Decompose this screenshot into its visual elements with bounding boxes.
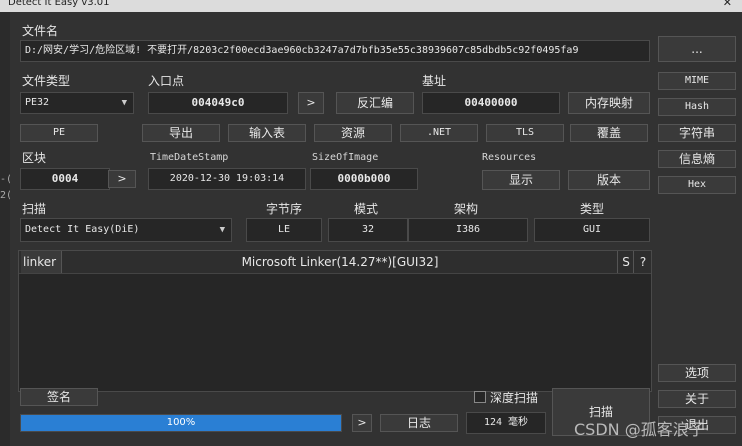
mode-label: 模式 (354, 202, 379, 216)
export-button[interactable]: 导出 (142, 124, 220, 142)
resources-button[interactable]: 资源 (314, 124, 392, 142)
entropy-button[interactable]: 信息熵 (658, 150, 736, 168)
options-button[interactable]: 选项 (658, 364, 736, 382)
entry-point-label: 入口点 (148, 74, 185, 88)
file-type-label: 文件类型 (22, 74, 71, 88)
chevron-down-icon: ▼ (121, 98, 127, 108)
disassemble-button[interactable]: 反汇编 (336, 92, 414, 114)
result-name-cell: Microsoft Linker(14.27**)[GUI32] (241, 255, 439, 269)
deep-scan-label: 深度扫描 (490, 391, 539, 405)
progress-text: 100% (166, 417, 196, 428)
file-path-field[interactable]: D:/网安/学习/危险区域! 不要打开/8203c2f00ecd3ae960cb… (20, 40, 650, 62)
file-type-value: PE32 (25, 97, 50, 108)
timestamp-value[interactable]: 2020-12-30 19:03:14 (148, 168, 306, 190)
main-window: 文件名 D:/网安/学习/危险区域! 不要打开/8203c2f00ecd3ae9… (10, 12, 742, 446)
scan-progress-bar: 100% (20, 414, 342, 432)
browse-button[interactable]: ... (658, 36, 736, 62)
size-of-image-label: SizeOfImage (312, 152, 379, 163)
chevron-down-icon: ▼ (219, 225, 225, 235)
type-label: 类型 (580, 202, 605, 216)
image-base-value[interactable]: 00400000 (422, 92, 560, 114)
table-row[interactable]: linker Microsoft Linker(14.27**)[GUI32] … (19, 251, 651, 274)
scan-engine-select[interactable]: Detect It Easy(DiE) ▼ (20, 218, 232, 242)
entry-point-go-button[interactable]: > (298, 92, 324, 114)
more-button[interactable]: > (352, 414, 372, 432)
result-type-cell: linker (21, 251, 62, 273)
section-label: 区块 (22, 151, 47, 165)
memory-map-button[interactable]: 内存映射 (568, 92, 650, 114)
window-title: Detect It Easy v3.01 (8, 0, 110, 8)
resources-label: Resources (482, 152, 537, 163)
type-value[interactable]: GUI (534, 218, 650, 242)
file-name-label: 文件名 (22, 24, 59, 38)
dotnet-button[interactable]: .NET (400, 124, 478, 142)
show-resources-button[interactable]: 显示 (482, 170, 560, 190)
csdn-watermark: CSDN @孤客浪子 (574, 420, 705, 439)
section-count-value[interactable]: 0004 (20, 168, 110, 190)
section-go-button[interactable]: > (108, 170, 136, 188)
scan-time-value: 124 毫秒 (466, 412, 546, 434)
import-table-button[interactable]: 输入表 (228, 124, 306, 142)
endianness-label: 字节序 (266, 202, 303, 216)
title-bar: Detect It Easy v3.01 ✕ (0, 0, 742, 12)
result-info-cell[interactable]: ? (633, 251, 652, 273)
signatures-button[interactable]: 签名 (20, 388, 98, 406)
image-base-label: 基址 (422, 74, 447, 88)
timestamp-label: TimeDateStamp (150, 152, 229, 163)
scan-results-panel: linker Microsoft Linker(14.27**)[GUI32] … (18, 250, 652, 392)
file-type-select[interactable]: PE32 ▼ (20, 92, 134, 114)
about-button[interactable]: 关于 (658, 390, 736, 408)
mime-button[interactable]: MIME (658, 72, 736, 90)
scan-label: 扫描 (22, 202, 47, 216)
version-button[interactable]: 版本 (568, 170, 650, 190)
pe-button[interactable]: PE (20, 124, 98, 142)
architecture-value[interactable]: I386 (408, 218, 528, 242)
hex-button[interactable]: Hex (658, 176, 736, 194)
strings-button[interactable]: 字符串 (658, 124, 736, 142)
overlay-button[interactable]: 覆盖 (570, 124, 648, 142)
endianness-value[interactable]: LE (246, 218, 322, 242)
scan-engine-value: Detect It Easy(DiE) (25, 224, 140, 235)
result-signature-cell[interactable]: S (617, 251, 634, 273)
architecture-label: 架构 (454, 202, 479, 216)
log-button[interactable]: 日志 (380, 414, 458, 432)
tls-button[interactable]: TLS (486, 124, 564, 142)
hash-button[interactable]: Hash (658, 98, 736, 116)
entry-point-value[interactable]: 004049c0 (148, 92, 288, 114)
size-of-image-value[interactable]: 0000b000 (310, 168, 418, 190)
mode-value[interactable]: 32 (328, 218, 408, 242)
close-icon[interactable]: ✕ (723, 0, 732, 9)
deep-scan-checkbox[interactable] (474, 391, 486, 403)
